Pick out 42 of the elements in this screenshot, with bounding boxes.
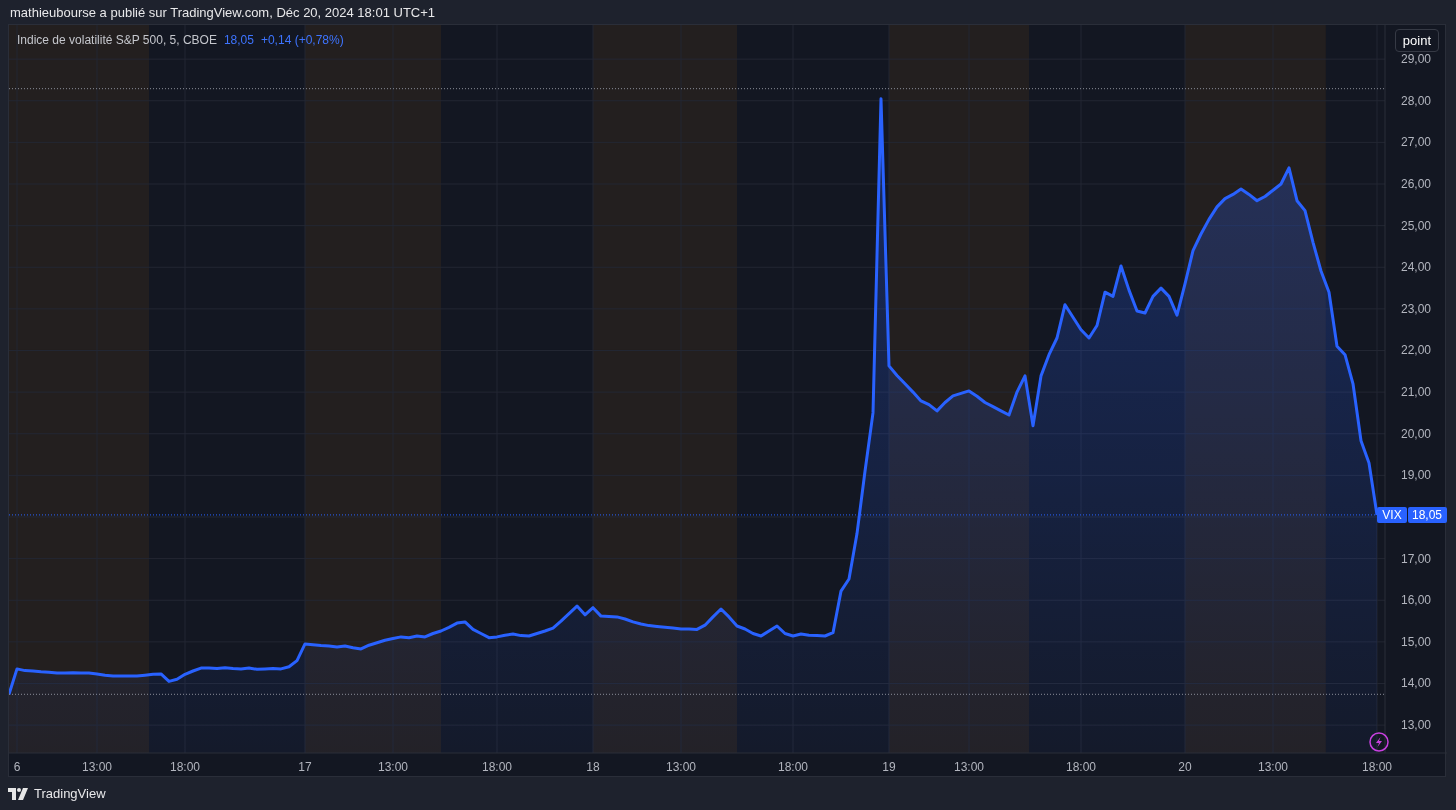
y-axis-label: 28,00 [1401, 93, 1432, 108]
y-axis-label: 26,00 [1401, 177, 1432, 191]
y-axis-label: 21,00 [1401, 385, 1432, 400]
last-value: 18,05 [223, 33, 254, 47]
x-axis-label: 20 [1178, 760, 1192, 774]
y-axis-label: 22,00 [1401, 343, 1432, 358]
tradingview-logo-icon [8, 787, 28, 800]
x-axis-label: 13:00 [666, 760, 696, 774]
y-axis-label: 14,00 [1401, 676, 1432, 691]
x-axis-label: 18:00 [778, 760, 808, 774]
symbol-title: Indice de volatilité S&P 500, 5, CBOE [17, 33, 217, 47]
x-axis-label: 13:00 [378, 760, 408, 774]
y-axis-label: 13,00 [1401, 718, 1432, 733]
x-axis-label: 13:00 [1258, 760, 1288, 774]
x-axis-label: 13:00 [954, 760, 984, 774]
price-change: +0,14 (+0,78%) [260, 33, 344, 47]
y-axis-label: 15,00 [1401, 634, 1432, 649]
y-axis-label: 24,00 [1401, 260, 1432, 275]
x-axis-label: 18:00 [1362, 760, 1392, 774]
x-axis-label: 19 [882, 760, 896, 774]
last-price-tag: 18,05 [1408, 506, 1447, 523]
y-axis-label: 27,00 [1401, 135, 1432, 150]
y-axis-label: 23,00 [1401, 301, 1432, 316]
x-axis-label: 18:00 [482, 760, 512, 774]
y-axis-label: 29,00 [1401, 52, 1432, 67]
x-axis-label: 6 [13, 760, 21, 774]
publish-attribution: mathieubourse a publié sur TradingView.com, Déc 20, 2024 18:01 UTC+1 [10, 4, 436, 20]
y-axis-label: 16,00 [1401, 593, 1432, 608]
legend-label: VIX [1382, 507, 1402, 522]
symbol-tag: VIX [1377, 506, 1407, 523]
x-axis-label: 18 [586, 760, 600, 774]
y-axis-label: 19,00 [1401, 468, 1432, 483]
tradingview-brand: TradingView [34, 786, 106, 801]
scale-unit-button[interactable]: point [1394, 29, 1439, 52]
y-axis-label: 17,00 [1401, 551, 1432, 566]
lightning-icon[interactable] [1369, 732, 1389, 752]
x-axis-label: 17 [298, 760, 312, 774]
x-axis-label: 18:00 [170, 760, 200, 774]
x-axis-label: 18:00 [1066, 760, 1096, 774]
x-axis-label: 13:00 [82, 760, 112, 774]
y-axis-label: 25,00 [1401, 218, 1432, 233]
y-axis-label: 20,00 [1401, 426, 1432, 441]
